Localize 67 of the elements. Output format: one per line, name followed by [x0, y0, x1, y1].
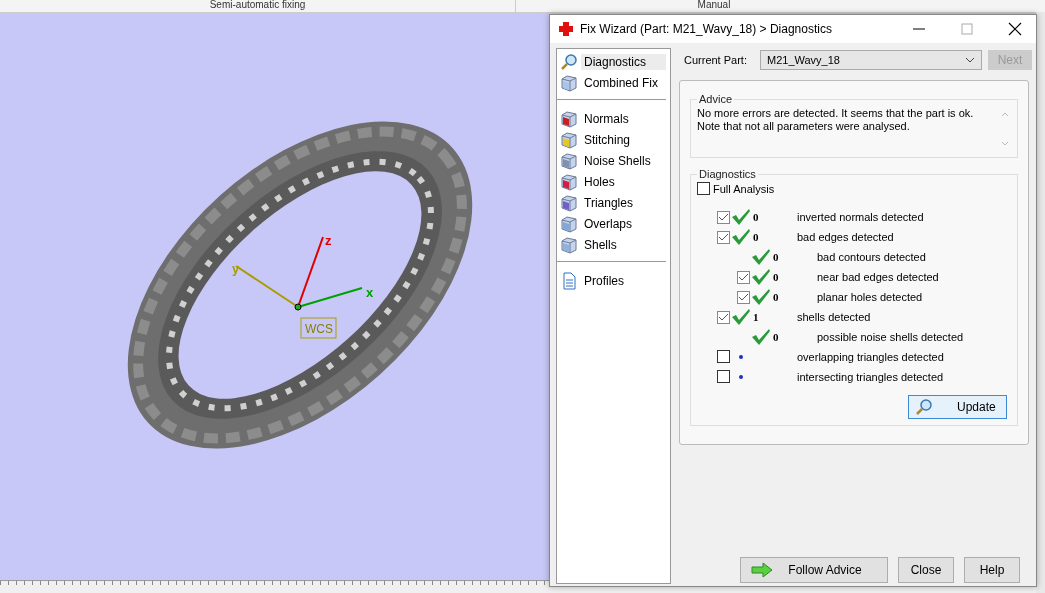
- checkbox[interactable]: [717, 230, 730, 244]
- sidebar-item[interactable]: Overlaps: [581, 215, 636, 232]
- cross-icon: [558, 21, 574, 37]
- count: 0: [773, 331, 779, 343]
- checkbox[interactable]: [717, 369, 730, 383]
- group-title: Advice: [698, 93, 734, 105]
- cube-icon: [560, 109, 578, 128]
- advice-text: No more errors are detected. It seems that the part is ok. Note that not all parameters were analysed.: [697, 107, 975, 134]
- follow-advice-button[interactable]: Follow Advice: [740, 557, 888, 583]
- sidebar-item[interactable]: Stitching: [581, 131, 634, 148]
- checkbox[interactable]: [717, 210, 730, 224]
- dialog-button[interactable]: Close: [898, 557, 954, 583]
- diagnostic-label: inverted normals detected: [797, 211, 924, 223]
- document-icon: [560, 271, 578, 290]
- checkbox[interactable]: [697, 182, 710, 195]
- cube-icon: [560, 235, 578, 254]
- wcs-frame: [300, 317, 337, 339]
- checkbox[interactable]: [717, 310, 730, 324]
- group-title: Diagnostics: [698, 168, 757, 180]
- sidebar-item[interactable]: Combined Fix: [581, 74, 662, 91]
- diagnostic-label: planar holes detected: [817, 291, 923, 303]
- cube-icon: [560, 151, 578, 170]
- part-dropdown[interactable]: M21_Wavy_18: [760, 50, 982, 70]
- diagnostic-label: possible noise shells detected: [817, 331, 964, 343]
- field-label: Current Part:: [683, 54, 748, 66]
- sidebar-item[interactable]: Holes: [581, 173, 618, 190]
- diagnostic-label: intersecting triangles detected: [797, 371, 944, 383]
- sidebar-item[interactable]: Profiles: [581, 272, 627, 289]
- sidebar-item[interactable]: Noise Shells: [581, 152, 654, 169]
- magnifier-icon: [560, 52, 578, 71]
- axis-label: x: [366, 285, 374, 300]
- cube-icon: [560, 73, 578, 92]
- sidebar-item[interactable]: Triangles: [581, 194, 636, 211]
- cube-icon: [560, 193, 578, 212]
- diagnostic-label: shells detected: [797, 311, 871, 323]
- diagnostic-label: overlapping triangles detected: [797, 351, 944, 363]
- arrow-right-icon: [751, 562, 773, 578]
- checkbox-label: Full Analysis: [713, 182, 775, 195]
- sidebar-item[interactable]: Shells: [581, 236, 620, 253]
- diagnostic-label: near bad edges detected: [817, 271, 939, 283]
- update-button[interactable]: Update: [908, 395, 1007, 419]
- chevron-down-icon: [965, 57, 975, 63]
- column-header: Manual: [696, 0, 732, 12]
- count: 0: [753, 211, 759, 223]
- dialog-button[interactable]: Help: [964, 557, 1020, 583]
- window-title: Fix Wizard (Part: M21_Wavy_18) > Diagnostics: [580, 22, 833, 36]
- sidebar-item[interactable]: Diagnostics: [581, 53, 666, 70]
- column-header: Semi-automatic fixing: [0, 0, 516, 12]
- count: 0: [773, 271, 779, 283]
- count: 0: [753, 231, 759, 243]
- count: 1: [753, 311, 759, 323]
- count: 0: [773, 291, 779, 303]
- cube-icon: [560, 130, 578, 149]
- diagnostic-label: bad contours detected: [817, 251, 926, 263]
- origin-icon: [294, 303, 302, 311]
- cube-icon: [560, 172, 578, 191]
- close-icon[interactable]: [1008, 22, 1022, 36]
- magnifier-icon: [915, 398, 933, 416]
- checkbox[interactable]: [717, 349, 730, 363]
- axis-label: z: [325, 233, 332, 248]
- count: 0: [773, 251, 779, 263]
- cube-icon: [560, 214, 578, 233]
- sidebar-item[interactable]: Normals: [581, 110, 632, 127]
- wcs-label: WCS: [305, 322, 333, 336]
- diagnostic-label: bad edges detected: [797, 231, 894, 243]
- checkbox[interactable]: [737, 290, 750, 304]
- checkbox[interactable]: [737, 270, 750, 284]
